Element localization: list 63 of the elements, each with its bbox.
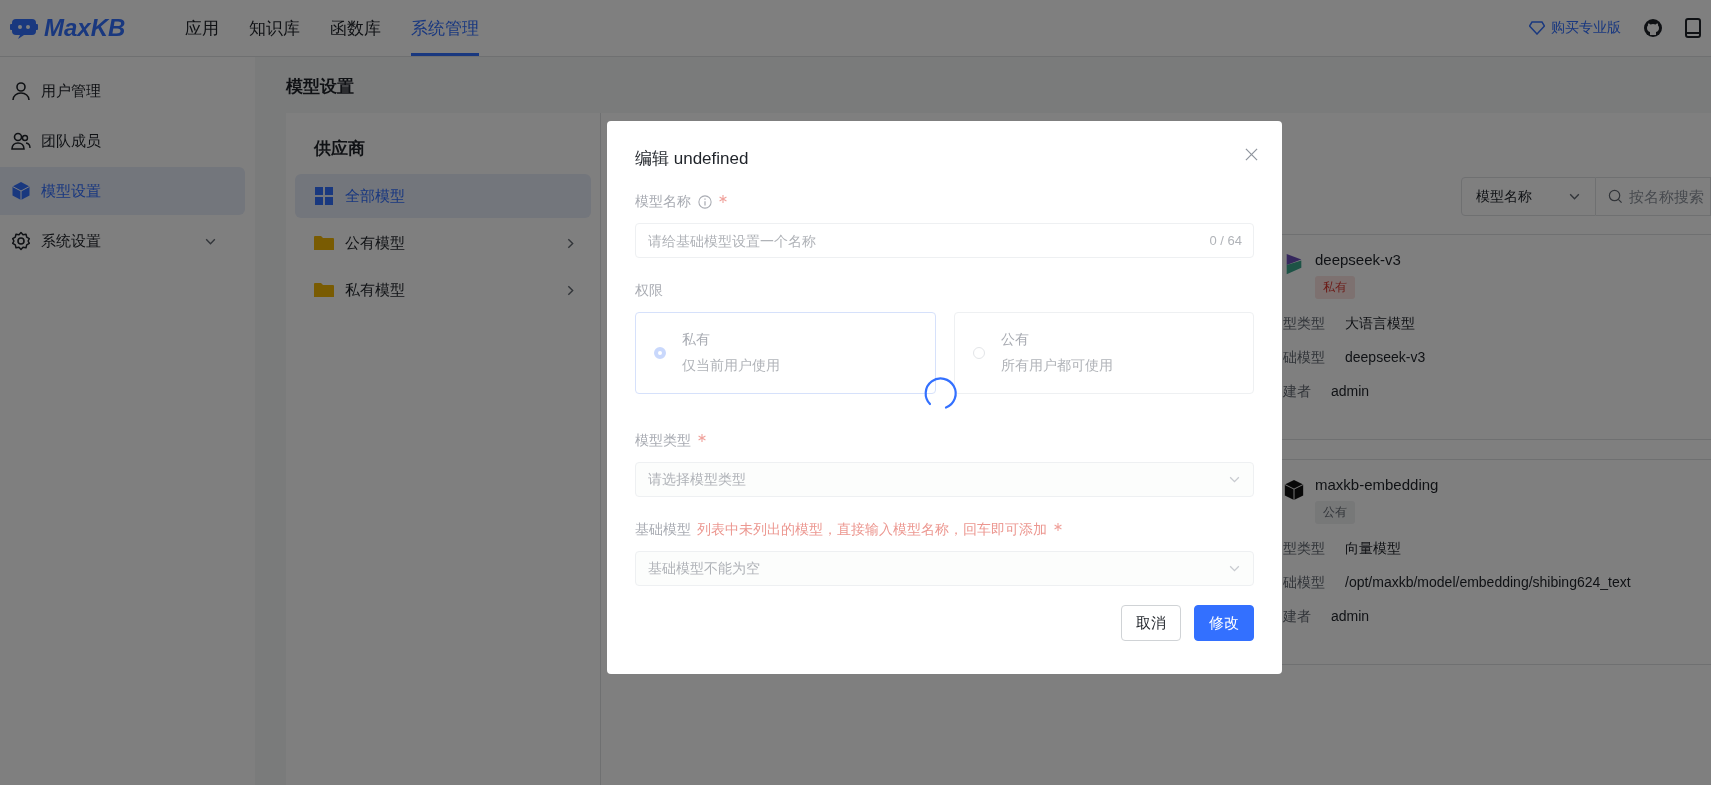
settings-icon [11, 231, 31, 251]
section-title: 供应商 [314, 138, 366, 160]
page-title: 模型设置 [286, 76, 355, 98]
field-label: 权限 [635, 282, 663, 300]
access-tag: 公有 [1315, 501, 1355, 524]
robot-logo-icon [10, 16, 38, 40]
user-icon [11, 81, 31, 101]
model-name: deepseek-v3 [1315, 251, 1401, 268]
search-field[interactable]: 按名称搜索 [1596, 177, 1711, 216]
field-value: deepseek-v3 [1345, 349, 1426, 367]
option-title: 私有 [682, 331, 711, 349]
field-label: 础模型 [1283, 574, 1325, 592]
field-label: 模型类型 [635, 432, 691, 450]
dialog-button[interactable]: 修改 [1194, 605, 1254, 641]
nav-tab[interactable]: 系统管理 [411, 0, 479, 56]
diamond-icon[interactable] [1529, 21, 1545, 35]
field-label: 础模型 [1283, 349, 1325, 367]
dialog-title: 编辑 undefined [635, 147, 749, 170]
permission-option[interactable]: 公有 所有用户都可使用 [953, 312, 1254, 394]
option-description: 仅当前用户使用 [682, 357, 780, 375]
field-label: 建者 [1283, 608, 1311, 626]
sidebar-item[interactable]: 模型设置 [0, 167, 245, 215]
option-description: 所有用户都可使用 [1000, 357, 1113, 375]
field-hint: 列表中未列出的模型，直接输入模型名称，回车即可添加 [697, 521, 1047, 539]
provider-item[interactable]: 私有模型 [295, 268, 591, 312]
field-label: 模型名称 [635, 193, 691, 211]
nav-tab[interactable]: 应用 [185, 0, 219, 56]
model-name: maxkb-embedding [1315, 476, 1439, 493]
option-title: 公有 [1000, 331, 1030, 349]
github-icon[interactable] [1643, 18, 1663, 38]
filter-select[interactable]: 模型名称 [1461, 177, 1596, 216]
permission-option[interactable]: 私有 仅当前用户使用 [635, 312, 936, 394]
field-label: 型类型 [1283, 315, 1325, 333]
users-icon [11, 131, 31, 151]
sidebar-item[interactable]: 用户管理 [0, 67, 245, 115]
logo-text: MaxKB [44, 14, 126, 42]
radio-button[interactable] [654, 347, 666, 359]
field-value: 大语言模型 [1345, 315, 1415, 333]
search-icon [1608, 189, 1623, 204]
nav-tab[interactable]: 函数库 [330, 0, 381, 56]
field-value: /opt/maxkb/model/embedding/shibing624_text [1345, 574, 1631, 592]
field-label: 建者 [1283, 383, 1311, 401]
dialog-button[interactable]: 取消 [1121, 605, 1181, 641]
folder-icon [314, 281, 334, 299]
provider-item[interactable]: 全部模型 [295, 174, 591, 218]
folder-icon [314, 234, 334, 252]
sidebar-item[interactable]: 团队成员 [0, 117, 245, 165]
grid-icon [314, 187, 334, 205]
close-icon[interactable] [1245, 147, 1258, 161]
field-value: 向量模型 [1345, 540, 1401, 558]
cube-icon [11, 181, 31, 201]
field-value: admin [1331, 608, 1370, 626]
field-label: 型类型 [1283, 540, 1325, 558]
character-counter: 0 / 64 [1209, 233, 1242, 248]
field-value: admin [1331, 383, 1370, 401]
upgrade-link[interactable]: 购买专业版 [1551, 19, 1621, 37]
nav-tab[interactable]: 知识库 [249, 0, 300, 56]
access-tag: 私有 [1315, 276, 1355, 299]
book-icon[interactable] [1685, 18, 1701, 38]
sidebar-item[interactable]: 系统设置 [0, 217, 245, 265]
provider-item[interactable]: 公有模型 [295, 221, 591, 265]
field-label: 基础模型 [635, 521, 691, 539]
info-icon [698, 195, 712, 209]
